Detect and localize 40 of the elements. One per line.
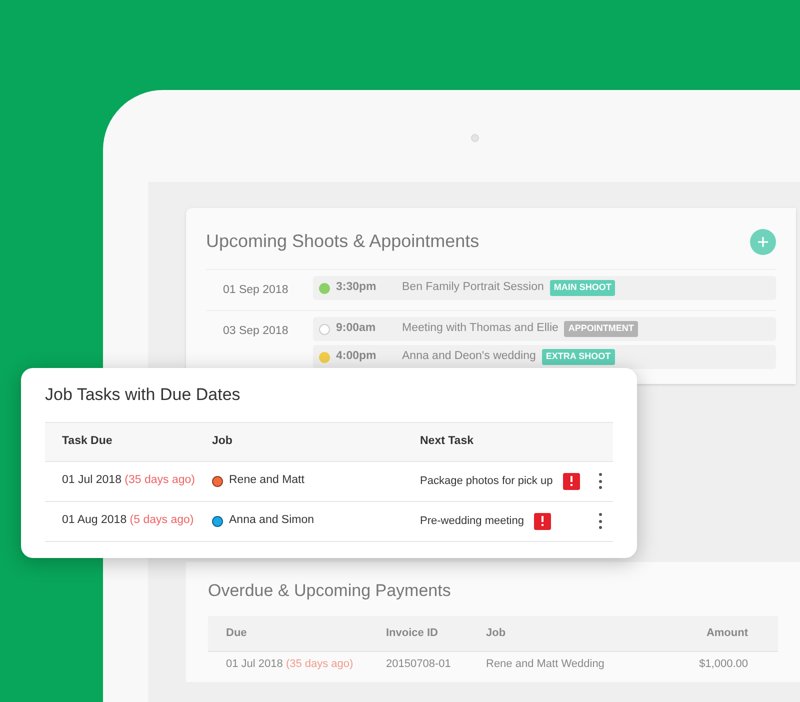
- due-date: 01 Aug 2018 (5 days ago): [62, 513, 195, 528]
- column-header: Task Due: [62, 434, 114, 449]
- amount: $1,000.00: [698, 657, 748, 672]
- event-time: 3:30pm: [336, 280, 378, 296]
- event-tag: EXTRA SHOOT: [542, 349, 615, 365]
- plus-icon: [758, 236, 768, 246]
- event-title: Ben Family Portrait Session: [402, 280, 544, 296]
- event-tag: APPOINTMENT: [564, 321, 638, 337]
- more-options-icon[interactable]: [597, 513, 603, 529]
- due-date: 01 Jul 2018 (35 days ago): [62, 473, 196, 488]
- more-options-icon[interactable]: [597, 473, 603, 489]
- next-task: Pre-wedding meeting: [420, 514, 524, 529]
- event-row[interactable]: 3:30pm Ben Family Portrait Session MAIN SHOOT: [313, 276, 776, 300]
- date-label: 03 Sep 2018: [222, 324, 290, 339]
- event-time: 9:00am: [336, 321, 377, 336]
- job-name: Rene and Matt Wedding: [486, 657, 606, 672]
- column-header: Invoice ID: [386, 626, 439, 641]
- invoice-id: 20150708-01: [386, 657, 452, 672]
- event-tag: MAIN SHOOT: [550, 280, 616, 296]
- event-title: Meeting with Thomas and Ellie: [402, 321, 558, 336]
- section-title: Overdue & Upcoming Payments: [208, 580, 452, 602]
- job-name: Anna and Simon: [229, 513, 314, 528]
- column-header: Amount: [705, 626, 748, 641]
- exclamation-icon: [540, 516, 544, 526]
- date-label: 01 Sep 2018: [222, 283, 290, 298]
- column-header: Job: [486, 626, 507, 641]
- event-time: 4:00pm: [336, 349, 378, 364]
- section-title: Upcoming Shoots & Appointments: [206, 230, 480, 253]
- column-header: Due: [226, 626, 248, 641]
- event-title: Anna and Deon's wedding: [402, 349, 536, 364]
- camera-icon: [471, 134, 479, 142]
- event-row[interactable]: 4:00pm Anna and Deon's wedding EXTRA SHOOT: [313, 345, 776, 369]
- card-title: Job Tasks with Due Dates: [45, 384, 242, 406]
- event-row[interactable]: 9:00am Meeting with Thomas and Ellie APPOINTMENT: [313, 317, 776, 341]
- due-date: 01 Jul 2018 (35 days ago): [226, 657, 354, 672]
- job-name: Rene and Matt: [229, 473, 304, 488]
- column-header: Job: [212, 434, 234, 449]
- next-task: Package photos for pick up: [420, 474, 553, 489]
- column-header: Next Task: [420, 434, 474, 449]
- exclamation-icon: [570, 476, 573, 486]
